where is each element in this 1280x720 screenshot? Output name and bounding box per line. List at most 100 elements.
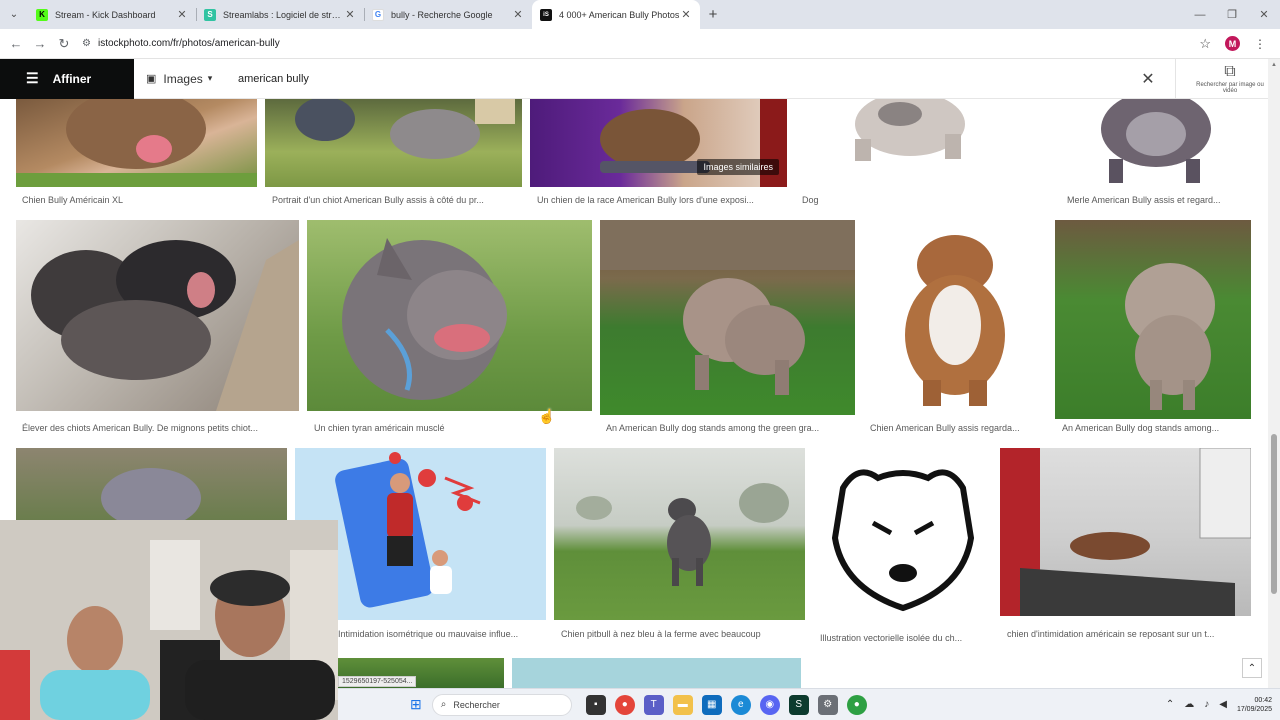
- result-caption[interactable]: An American Bully dog stands among...: [1062, 423, 1248, 433]
- similar-images-button[interactable]: Images similaires: [697, 159, 779, 175]
- file-explorer-icon[interactable]: ▬: [672, 694, 693, 715]
- media-type-label: Images: [163, 71, 203, 86]
- taskbar-search-placeholder: Rechercher: [453, 699, 500, 710]
- result-image[interactable]: [16, 99, 257, 187]
- browser-menu-icon[interactable]: ⋮: [1254, 37, 1266, 51]
- search-input[interactable]: american bully: [226, 73, 1133, 85]
- result-caption[interactable]: chien d'intimidation américain se reposa…: [1007, 629, 1247, 639]
- clock-date: 17/09/2025: [1236, 705, 1272, 713]
- microphone-icon[interactable]: ♪: [1204, 699, 1209, 710]
- result-caption[interactable]: Intimidation isométrique ou mauvaise inf…: [338, 629, 542, 639]
- settings-gear-icon[interactable]: ⚙: [817, 694, 838, 715]
- kick-favicon-icon: K: [36, 8, 48, 21]
- close-tab-icon[interactable]: ✕: [176, 8, 188, 21]
- tray-chevron-icon[interactable]: ⌃: [1166, 699, 1174, 710]
- tab-istock[interactable]: iS 4 000+ American Bully Photos ✕: [532, 0, 700, 29]
- close-tab-icon[interactable]: ✕: [512, 8, 524, 21]
- clock-time: 00:42: [1254, 696, 1272, 704]
- taskbar-apps: ▪ ● T ▬ ▦ e ◉ S ⚙ ●: [585, 694, 867, 715]
- tab-google-search[interactable]: G bully - Recherche Google ✕: [364, 0, 532, 29]
- result-image[interactable]: [863, 220, 1047, 415]
- taskbar-search-input[interactable]: ⌕ Rechercher: [431, 693, 572, 716]
- site-info-icon[interactable]: ⚙: [82, 38, 91, 49]
- result-image[interactable]: [265, 99, 522, 187]
- result-image[interactable]: [1061, 99, 1252, 191]
- result-caption[interactable]: Chien Bully Américain XL: [22, 195, 252, 205]
- result-image[interactable]: [512, 658, 801, 688]
- result-caption[interactable]: An American Bully dog stands among the g…: [606, 423, 848, 433]
- back-to-top-icon[interactable]: ⌃: [1242, 658, 1262, 678]
- close-tab-icon[interactable]: ✕: [680, 8, 692, 21]
- result-image[interactable]: [1000, 448, 1251, 616]
- clear-search-icon[interactable]: ✕: [1133, 69, 1163, 89]
- result-caption[interactable]: Un chien de la race American Bully lors …: [537, 195, 783, 205]
- result-image[interactable]: [16, 220, 299, 411]
- back-arrow-icon[interactable]: ←: [4, 36, 28, 51]
- result-caption[interactable]: Chien pitbull à nez bleu à la ferme avec…: [561, 629, 801, 639]
- discord-icon[interactable]: ◉: [759, 694, 780, 715]
- tab-streamlabs[interactable]: S Streamlabs : Logiciel de stream ✕: [196, 0, 364, 29]
- image-icon: ▣: [146, 73, 157, 85]
- teams-icon[interactable]: T: [643, 694, 664, 715]
- refine-button[interactable]: ☰ Affiner: [0, 58, 134, 99]
- search-icon: ⌕: [440, 699, 447, 710]
- forward-arrow-icon[interactable]: →: [28, 36, 52, 51]
- result-image[interactable]: [795, 99, 1053, 187]
- pitbull-field-icon: [576, 483, 789, 586]
- result-caption[interactable]: Illustration vectorielle isolée du ch...: [820, 633, 988, 643]
- cloud-icon[interactable]: ☁: [1184, 699, 1194, 710]
- windows-start-icon[interactable]: ⊞: [410, 696, 422, 713]
- browser-tab-strip: ⌄ K Stream - Kick Dashboard ✕ S Streamla…: [0, 0, 1280, 29]
- result-caption[interactable]: Merle American Bully assis et regard...: [1067, 195, 1252, 205]
- clock[interactable]: 00:42 17/09/2025: [1237, 696, 1272, 714]
- dog-grass-icon: [1125, 263, 1215, 410]
- streamlabs-icon[interactable]: S: [788, 694, 809, 715]
- chrome-active-icon[interactable]: ●: [846, 694, 867, 715]
- url-text: istockphoto.com/fr/photos/american-bully: [97, 38, 280, 49]
- new-tab-plus-icon[interactable]: +: [700, 0, 726, 29]
- minimize-icon[interactable]: —: [1184, 0, 1216, 29]
- result-caption[interactable]: Dog: [802, 195, 1048, 205]
- scroll-thumb[interactable]: [1271, 434, 1277, 594]
- result-image[interactable]: [554, 448, 805, 620]
- url-field[interactable]: ⚙ istockphoto.com/fr/photos/american-bul…: [76, 33, 1199, 55]
- result-image[interactable]: [1055, 220, 1251, 419]
- task-view-icon[interactable]: ▪: [585, 694, 606, 715]
- result-image[interactable]: [813, 448, 992, 624]
- dog-head-vector-icon: [831, 469, 975, 612]
- tab-kick-dashboard[interactable]: K Stream - Kick Dashboard ✕: [28, 0, 196, 29]
- result-caption[interactable]: Portrait d'un chiot American Bully assis…: [272, 195, 518, 205]
- dog-garden-icon: [600, 220, 855, 395]
- istock-search-bar: ☰ Affiner ▣ Images ▾ american bully ✕ ⧉ …: [0, 58, 1268, 99]
- tab-title: Stream - Kick Dashboard: [55, 9, 156, 20]
- edge-icon[interactable]: e: [730, 694, 751, 715]
- result-image[interactable]: [307, 220, 592, 411]
- result-image[interactable]: [600, 220, 855, 415]
- dog-profile-icon: [342, 238, 507, 400]
- tab-search-icon[interactable]: ⌄: [0, 0, 28, 29]
- store-icon[interactable]: ▦: [701, 694, 722, 715]
- media-type-dropdown[interactable]: ▣ Images ▾: [134, 59, 226, 99]
- visual-search-label: Rechercher par image ou vidéo: [1196, 82, 1264, 94]
- dog-white-background-icon: [855, 99, 965, 161]
- puppies-sleeping-icon: [31, 240, 299, 411]
- istock-favicon-icon: iS: [540, 8, 552, 21]
- address-bar: ← → ↻ ⚙ istockphoto.com/fr/photos/americ…: [0, 29, 1280, 59]
- streamlabs-favicon-icon: S: [204, 8, 216, 21]
- close-tab-icon[interactable]: ✕: [344, 8, 356, 21]
- reload-icon[interactable]: ↻: [52, 36, 76, 52]
- close-window-icon[interactable]: ✕: [1248, 0, 1280, 29]
- profile-avatar[interactable]: M: [1225, 36, 1240, 51]
- speaker-icon[interactable]: ◀: [1219, 699, 1227, 710]
- visual-search-button[interactable]: ⧉ Rechercher par image ou vidéo: [1192, 63, 1268, 94]
- bookmark-star-icon[interactable]: ☆: [1199, 36, 1211, 52]
- chrome-icon[interactable]: ●: [614, 694, 635, 715]
- result-caption[interactable]: Chien American Bully assis regarda...: [870, 423, 1042, 433]
- restore-icon[interactable]: ❐: [1216, 0, 1248, 29]
- page-scrollbar[interactable]: ▲: [1268, 59, 1280, 688]
- scroll-up-icon[interactable]: ▲: [1268, 59, 1280, 71]
- result-image[interactable]: Images similaires: [530, 99, 787, 187]
- divider: [1175, 58, 1176, 99]
- webcam-people-icon: [0, 520, 338, 720]
- result-caption[interactable]: Élever des chiots American Bully. De mig…: [22, 423, 294, 433]
